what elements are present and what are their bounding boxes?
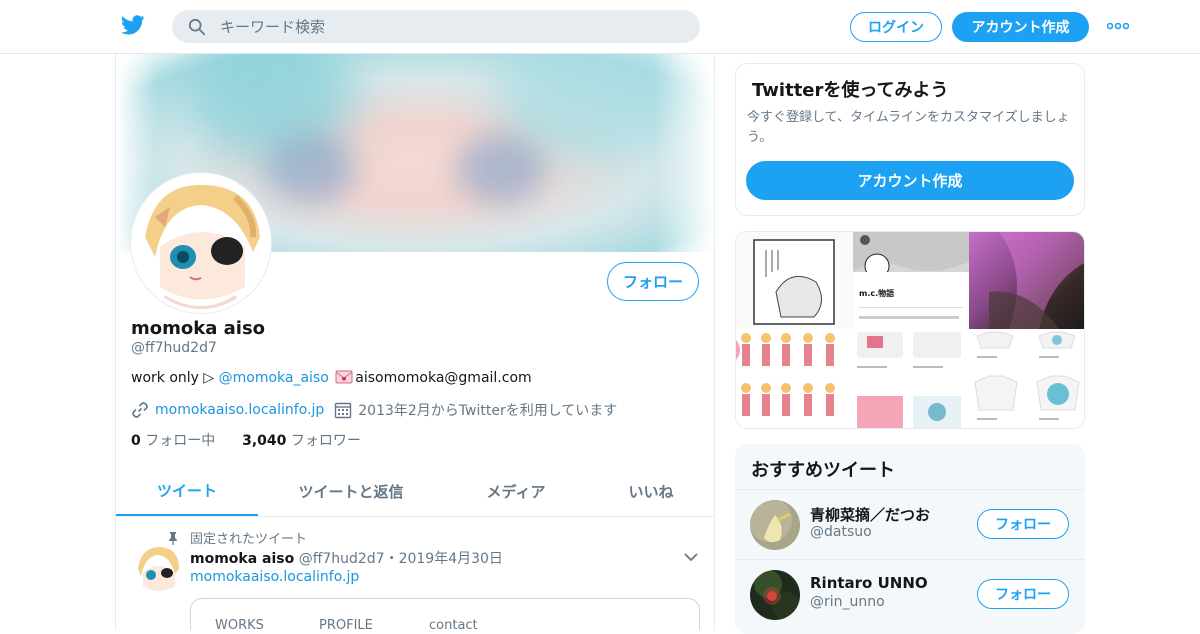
media-thumbnail[interactable] xyxy=(736,330,853,428)
tweet-handle-date[interactable]: @ff7hud2d7・2019年4月30日 xyxy=(294,551,503,567)
signup-title: Twitterを使ってみよう xyxy=(752,80,949,101)
recommended-user-item[interactable]: 青柳菜摘／だつお @datsuo フォロー xyxy=(735,489,1085,559)
card-nav-profile: PROFILE xyxy=(319,618,373,630)
recommended-user-name[interactable]: 青柳菜摘／だつお xyxy=(810,504,930,525)
recommended-title: おすすめツイート xyxy=(751,460,895,481)
calendar-icon xyxy=(335,402,352,419)
top-navigation-bar: ログイン アカウント作成 xyxy=(0,0,1200,54)
profile-joined-date: 2013年2月からTwitterを利用しています xyxy=(358,403,618,419)
profile-tabs: ツイート ツイートと返信 メディア いいね xyxy=(116,466,714,517)
recommended-user-handle[interactable]: @rin_unno xyxy=(810,594,885,610)
pinned-label: 固定されたツイート xyxy=(190,532,308,547)
tweet-author-avatar[interactable] xyxy=(133,544,183,594)
follow-button[interactable]: フォロー xyxy=(977,509,1069,539)
following-stat[interactable]: 0 フォロー中 xyxy=(131,433,215,449)
profile-handle: @ff7hud2d7 xyxy=(131,340,217,356)
card-nav-works: WORKS xyxy=(215,618,264,630)
tweet-link[interactable]: momokaaiso.localinfo.jp xyxy=(190,569,359,585)
signup-button[interactable]: アカウント作成 xyxy=(952,12,1089,42)
tweet-header: momoka aiso @ff7hud2d7・2019年4月30日 xyxy=(190,548,503,568)
profile-avatar[interactable] xyxy=(131,173,271,313)
profile-meta: momokaaiso.localinfo.jp 2013年2月からTwitter… xyxy=(131,400,617,420)
profile-bio: work only ▷ @momoka_aiso aisomomoka@gmai… xyxy=(131,370,532,386)
search-icon xyxy=(188,18,206,35)
pin-icon xyxy=(169,531,177,545)
search-input[interactable] xyxy=(220,17,680,36)
tab-tweets-and-replies[interactable]: ツイートと返信 xyxy=(280,466,422,516)
profile-stats: 0 フォロー中 3,040 フォロワー xyxy=(131,430,361,450)
pinned-indicator: 固定されたツイート xyxy=(166,528,307,547)
follow-button[interactable]: フォロー xyxy=(977,579,1069,609)
bio-email: aisomomoka@gmail.com xyxy=(355,370,532,386)
twitter-bird-icon[interactable] xyxy=(120,13,146,37)
media-thumbnail[interactable] xyxy=(969,330,1084,428)
media-thumbnail[interactable] xyxy=(853,330,969,428)
recommended-tweets-box: おすすめツイート 青柳菜摘／だつお @datsuo フォロー Rintaro U… xyxy=(735,444,1085,634)
signup-promo-box: Twitterを使ってみよう 今すぐ登録して、タイムラインをカスタマイズしましょ… xyxy=(735,63,1085,216)
recommended-user-avatar[interactable] xyxy=(750,570,800,620)
media-thumbnail[interactable]: m.c.物語 xyxy=(853,232,969,329)
profile-website-link[interactable]: momokaaiso.localinfo.jp xyxy=(155,402,324,418)
signup-subtitle: 今すぐ登録して、タイムラインをカスタマイズしましょう。 xyxy=(747,110,1070,145)
bio-mention-link[interactable]: @momoka_aiso xyxy=(219,370,329,386)
search-bar[interactable] xyxy=(172,10,700,43)
more-dots-icon[interactable] xyxy=(1107,22,1129,30)
follow-button[interactable]: フォロー xyxy=(607,262,699,301)
link-icon xyxy=(132,402,148,418)
bio-text: work only ▷ xyxy=(131,370,219,386)
tweet-link-card[interactable]: WORKS PROFILE contact xyxy=(190,598,700,630)
card-nav-contact: contact xyxy=(429,618,478,630)
tab-likes[interactable]: いいね xyxy=(606,466,696,516)
recommended-user-avatar[interactable] xyxy=(750,500,800,550)
tab-tweets[interactable]: ツイート xyxy=(116,466,258,516)
media-thumbnail[interactable] xyxy=(736,232,853,329)
recommended-user-item[interactable]: Rintaro UNNO @rin_unno フォロー xyxy=(735,559,1085,629)
tweet-author-name[interactable]: momoka aiso xyxy=(190,551,294,567)
media-thumbnail-grid: m.c.物語 xyxy=(735,231,1085,429)
tab-media[interactable]: メディア xyxy=(456,466,576,516)
profile-column: フォロー momoka aiso @ff7hud2d7 work only ▷ … xyxy=(115,54,715,630)
followers-stat[interactable]: 3,040 フォロワー xyxy=(242,433,361,449)
recommended-user-name[interactable]: Rintaro UNNO xyxy=(810,574,928,592)
recommended-user-handle[interactable]: @datsuo xyxy=(810,524,872,540)
login-button[interactable]: ログイン xyxy=(850,12,942,42)
chevron-down-icon[interactable] xyxy=(683,550,699,564)
create-account-button[interactable]: アカウント作成 xyxy=(746,161,1074,200)
profile-name: momoka aiso xyxy=(131,318,266,339)
love-letter-icon xyxy=(335,370,353,384)
media-profile-name: m.c.物語 xyxy=(859,289,895,298)
media-thumbnail[interactable] xyxy=(969,232,1084,329)
